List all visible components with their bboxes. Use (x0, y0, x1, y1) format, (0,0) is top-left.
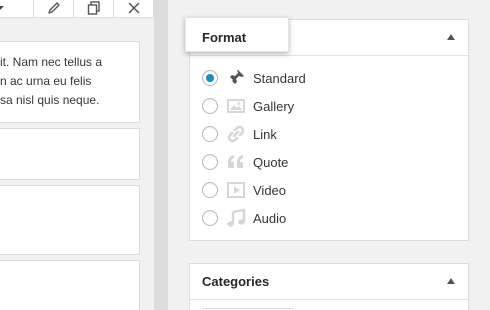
format-label: Audio (253, 211, 287, 226)
quote-icon (226, 152, 246, 172)
format-label: Quote (253, 155, 289, 170)
paragraph-block[interactable]: it. Nam nec tellus a n ac urna eu felis … (0, 41, 140, 123)
editor-scrollbar-gutter (154, 0, 168, 310)
gallery-icon (226, 96, 246, 116)
format-box-title: Format (202, 30, 247, 45)
radio-audio[interactable] (202, 210, 218, 226)
remove-block-button[interactable] (113, 0, 153, 18)
radio-gallery[interactable] (202, 98, 218, 114)
video-icon (226, 180, 246, 200)
format-option-audio[interactable]: Audio (190, 204, 468, 232)
close-icon (127, 1, 141, 15)
format-option-standard[interactable]: Standard (190, 64, 468, 92)
content-block[interactable] (0, 185, 140, 255)
categories-box: Categories (189, 263, 469, 310)
collapse-arrow-icon[interactable] (447, 278, 455, 284)
pin-icon (226, 68, 246, 88)
radio-video[interactable] (202, 182, 218, 198)
format-label: Link (253, 127, 277, 142)
edit-block-button[interactable] (33, 0, 73, 18)
format-box: Format Standard Gallery Link Quote Video… (185, 17, 469, 241)
dropdown-button[interactable] (0, 0, 20, 18)
radio-link[interactable] (202, 126, 218, 142)
paragraph-line: n ac urna eu felis (0, 74, 92, 88)
editor-panel: it. Nam nec tellus a n ac urna eu felis … (0, 0, 154, 310)
format-box-header[interactable]: Format (185, 17, 468, 56)
duplicate-icon (87, 1, 101, 15)
collapse-arrow-icon[interactable] (447, 34, 455, 40)
format-label: Video (253, 183, 287, 198)
content-block[interactable] (0, 128, 140, 180)
content-block[interactable] (0, 260, 140, 310)
chevron-down-icon (0, 3, 5, 13)
duplicate-block-button[interactable] (73, 0, 113, 18)
categories-box-header[interactable]: Categories (190, 264, 468, 300)
link-icon (226, 124, 246, 144)
paragraph-line: sa nisl quis neque. (0, 93, 100, 107)
format-option-link[interactable]: Link (190, 120, 468, 148)
pencil-icon (47, 1, 61, 15)
format-label: Gallery (253, 99, 295, 114)
audio-icon (226, 208, 246, 228)
format-option-gallery[interactable]: Gallery (190, 92, 468, 120)
format-label: Standard (253, 71, 306, 86)
format-option-video[interactable]: Video (190, 176, 468, 204)
paragraph-text: it. Nam nec tellus a n ac urna eu felis … (0, 42, 139, 110)
categories-box-title: Categories (202, 274, 270, 289)
radio-quote[interactable] (202, 154, 218, 170)
block-toolbar (0, 0, 154, 18)
format-options: Standard Gallery Link Quote Video Audio (190, 56, 468, 232)
format-option-quote[interactable]: Quote (190, 148, 468, 176)
paragraph-line: it. Nam nec tellus a (0, 55, 103, 69)
radio-standard[interactable] (202, 70, 218, 86)
